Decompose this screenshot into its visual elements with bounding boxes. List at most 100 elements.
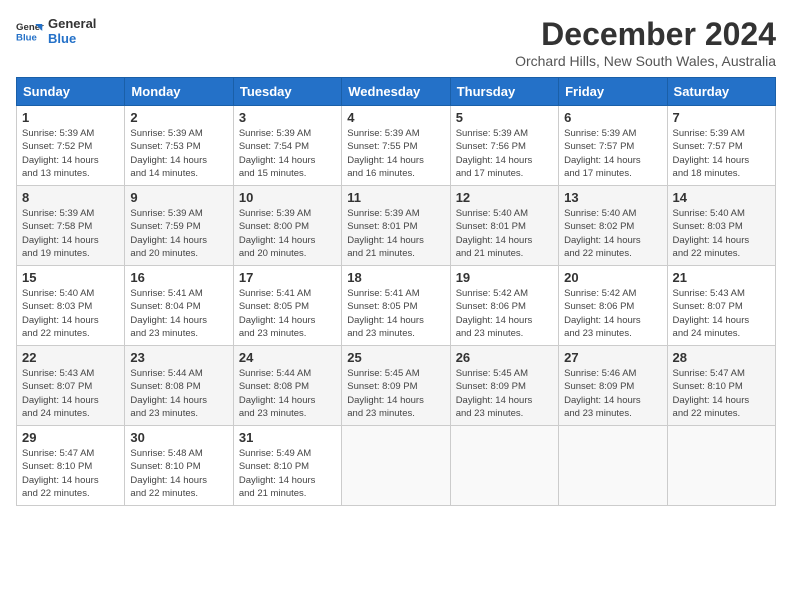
day-number: 27	[564, 350, 661, 365]
day-info: Sunrise: 5:40 AM Sunset: 8:03 PM Dayligh…	[22, 287, 119, 340]
day-info: Sunrise: 5:46 AM Sunset: 8:09 PM Dayligh…	[564, 367, 661, 420]
day-info: Sunrise: 5:49 AM Sunset: 8:10 PM Dayligh…	[239, 447, 336, 500]
calendar-week-5: 29Sunrise: 5:47 AM Sunset: 8:10 PM Dayli…	[17, 426, 776, 506]
day-info: Sunrise: 5:43 AM Sunset: 8:07 PM Dayligh…	[673, 287, 770, 340]
calendar-cell: 18 Sunrise: 5:41 AM Sunset: 8:05 PM Dayli…	[342, 266, 450, 346]
day-info: Sunrise: 5:48 AM Sunset: 8:10 PM Dayligh…	[130, 447, 227, 500]
day-number: 23	[130, 350, 227, 365]
day-number: 2	[130, 110, 227, 125]
day-info: Sunrise: 5:45 AM Sunset: 8:09 PM Dayligh…	[347, 367, 444, 420]
day-info: Sunrise: 5:40 AM Sunset: 8:01 PM Dayligh…	[456, 207, 553, 260]
day-number: 26	[456, 350, 553, 365]
day-info: Sunrise: 5:42 AM Sunset: 8:06 PM Dayligh…	[564, 287, 661, 340]
calendar-cell: 9 Sunrise: 5:39 AM Sunset: 7:59 PM Daylig…	[125, 186, 233, 266]
day-info: Sunrise: 5:39 AM Sunset: 7:59 PM Dayligh…	[130, 207, 227, 260]
calendar-cell: 10Sunrise: 5:39 AM Sunset: 8:00 PM Dayli…	[233, 186, 341, 266]
calendar-cell: 16 Sunrise: 5:41 AM Sunset: 8:04 PM Dayli…	[125, 266, 233, 346]
header-wednesday: Wednesday	[342, 78, 450, 106]
day-info: Sunrise: 5:40 AM Sunset: 8:02 PM Dayligh…	[564, 207, 661, 260]
day-number: 16	[130, 270, 227, 285]
day-info: Sunrise: 5:39 AM Sunset: 7:58 PM Dayligh…	[22, 207, 119, 260]
day-number: 9	[130, 190, 227, 205]
header-tuesday: Tuesday	[233, 78, 341, 106]
calendar-cell: 14 Sunrise: 5:40 AM Sunset: 8:03 PM Dayli…	[667, 186, 775, 266]
calendar-cell	[559, 426, 667, 506]
day-info: Sunrise: 5:39 AM Sunset: 8:01 PM Dayligh…	[347, 207, 444, 260]
calendar-cell	[342, 426, 450, 506]
calendar-cell	[667, 426, 775, 506]
day-number: 8	[22, 190, 119, 205]
day-number: 13	[564, 190, 661, 205]
title-block: December 2024 Orchard Hills, New South W…	[515, 16, 776, 69]
day-number: 31	[239, 430, 336, 445]
calendar-cell: 1Sunrise: 5:39 AM Sunset: 7:52 PM Daylig…	[17, 106, 125, 186]
calendar-cell: 27 Sunrise: 5:46 AM Sunset: 8:09 PM Dayli…	[559, 346, 667, 426]
calendar-week-1: 1Sunrise: 5:39 AM Sunset: 7:52 PM Daylig…	[17, 106, 776, 186]
day-info: Sunrise: 5:41 AM Sunset: 8:05 PM Dayligh…	[239, 287, 336, 340]
calendar-week-4: 22 Sunrise: 5:43 AM Sunset: 8:07 PM Dayli…	[17, 346, 776, 426]
calendar-week-3: 15 Sunrise: 5:40 AM Sunset: 8:03 PM Dayli…	[17, 266, 776, 346]
day-info: Sunrise: 5:39 AM Sunset: 7:54 PM Dayligh…	[239, 127, 336, 180]
header-saturday: Saturday	[667, 78, 775, 106]
calendar-cell: 15 Sunrise: 5:40 AM Sunset: 8:03 PM Dayli…	[17, 266, 125, 346]
day-number: 20	[564, 270, 661, 285]
calendar-cell: 6 Sunrise: 5:39 AM Sunset: 7:57 PM Daylig…	[559, 106, 667, 186]
day-info: Sunrise: 5:42 AM Sunset: 8:06 PM Dayligh…	[456, 287, 553, 340]
calendar-table: SundayMondayTuesdayWednesdayThursdayFrid…	[16, 77, 776, 506]
calendar-cell: 30 Sunrise: 5:48 AM Sunset: 8:10 PM Dayli…	[125, 426, 233, 506]
day-info: Sunrise: 5:39 AM Sunset: 7:57 PM Dayligh…	[564, 127, 661, 180]
day-info: Sunrise: 5:47 AM Sunset: 8:10 PM Dayligh…	[22, 447, 119, 500]
logo: General Blue General Blue	[16, 16, 96, 46]
day-number: 28	[673, 350, 770, 365]
day-info: Sunrise: 5:43 AM Sunset: 8:07 PM Dayligh…	[22, 367, 119, 420]
calendar-cell: 21 Sunrise: 5:43 AM Sunset: 8:07 PM Dayli…	[667, 266, 775, 346]
calendar-cell: 19 Sunrise: 5:42 AM Sunset: 8:06 PM Dayli…	[450, 266, 558, 346]
day-info: Sunrise: 5:39 AM Sunset: 7:53 PM Dayligh…	[130, 127, 227, 180]
day-number: 18	[347, 270, 444, 285]
day-number: 19	[456, 270, 553, 285]
day-info: Sunrise: 5:39 AM Sunset: 7:57 PM Dayligh…	[673, 127, 770, 180]
calendar-cell: 20 Sunrise: 5:42 AM Sunset: 8:06 PM Dayli…	[559, 266, 667, 346]
calendar-cell: 26 Sunrise: 5:45 AM Sunset: 8:09 PM Dayli…	[450, 346, 558, 426]
day-info: Sunrise: 5:41 AM Sunset: 8:05 PM Dayligh…	[347, 287, 444, 340]
calendar-cell: 13 Sunrise: 5:40 AM Sunset: 8:02 PM Dayli…	[559, 186, 667, 266]
calendar-cell: 7Sunrise: 5:39 AM Sunset: 7:57 PM Daylig…	[667, 106, 775, 186]
day-number: 3	[239, 110, 336, 125]
calendar-cell: 12Sunrise: 5:40 AM Sunset: 8:01 PM Dayli…	[450, 186, 558, 266]
calendar-cell: 29Sunrise: 5:47 AM Sunset: 8:10 PM Dayli…	[17, 426, 125, 506]
calendar-cell: 22 Sunrise: 5:43 AM Sunset: 8:07 PM Dayli…	[17, 346, 125, 426]
calendar-cell: 4Sunrise: 5:39 AM Sunset: 7:55 PM Daylig…	[342, 106, 450, 186]
logo-line1: General	[48, 16, 96, 31]
day-info: Sunrise: 5:44 AM Sunset: 8:08 PM Dayligh…	[239, 367, 336, 420]
day-number: 24	[239, 350, 336, 365]
calendar-cell: 25 Sunrise: 5:45 AM Sunset: 8:09 PM Dayli…	[342, 346, 450, 426]
day-number: 25	[347, 350, 444, 365]
day-number: 1	[22, 110, 119, 125]
calendar-cell: 11Sunrise: 5:39 AM Sunset: 8:01 PM Dayli…	[342, 186, 450, 266]
calendar-week-2: 8 Sunrise: 5:39 AM Sunset: 7:58 PM Daylig…	[17, 186, 776, 266]
day-info: Sunrise: 5:39 AM Sunset: 7:56 PM Dayligh…	[456, 127, 553, 180]
calendar-cell: 8 Sunrise: 5:39 AM Sunset: 7:58 PM Daylig…	[17, 186, 125, 266]
day-info: Sunrise: 5:40 AM Sunset: 8:03 PM Dayligh…	[673, 207, 770, 260]
logo-icon: General Blue	[16, 17, 44, 45]
day-number: 14	[673, 190, 770, 205]
day-info: Sunrise: 5:47 AM Sunset: 8:10 PM Dayligh…	[673, 367, 770, 420]
day-number: 15	[22, 270, 119, 285]
calendar-cell: 28 Sunrise: 5:47 AM Sunset: 8:10 PM Dayli…	[667, 346, 775, 426]
location-title: Orchard Hills, New South Wales, Australi…	[515, 53, 776, 69]
day-number: 6	[564, 110, 661, 125]
day-number: 30	[130, 430, 227, 445]
day-info: Sunrise: 5:39 AM Sunset: 8:00 PM Dayligh…	[239, 207, 336, 260]
day-info: Sunrise: 5:44 AM Sunset: 8:08 PM Dayligh…	[130, 367, 227, 420]
header-friday: Friday	[559, 78, 667, 106]
svg-text:Blue: Blue	[16, 33, 37, 44]
calendar-header-row: SundayMondayTuesdayWednesdayThursdayFrid…	[17, 78, 776, 106]
day-number: 22	[22, 350, 119, 365]
day-info: Sunrise: 5:41 AM Sunset: 8:04 PM Dayligh…	[130, 287, 227, 340]
page-header: General Blue General Blue December 2024 …	[16, 16, 776, 69]
calendar-cell: 2 Sunrise: 5:39 AM Sunset: 7:53 PM Daylig…	[125, 106, 233, 186]
day-info: Sunrise: 5:45 AM Sunset: 8:09 PM Dayligh…	[456, 367, 553, 420]
calendar-cell: 5 Sunrise: 5:39 AM Sunset: 7:56 PM Daylig…	[450, 106, 558, 186]
day-number: 21	[673, 270, 770, 285]
day-number: 5	[456, 110, 553, 125]
